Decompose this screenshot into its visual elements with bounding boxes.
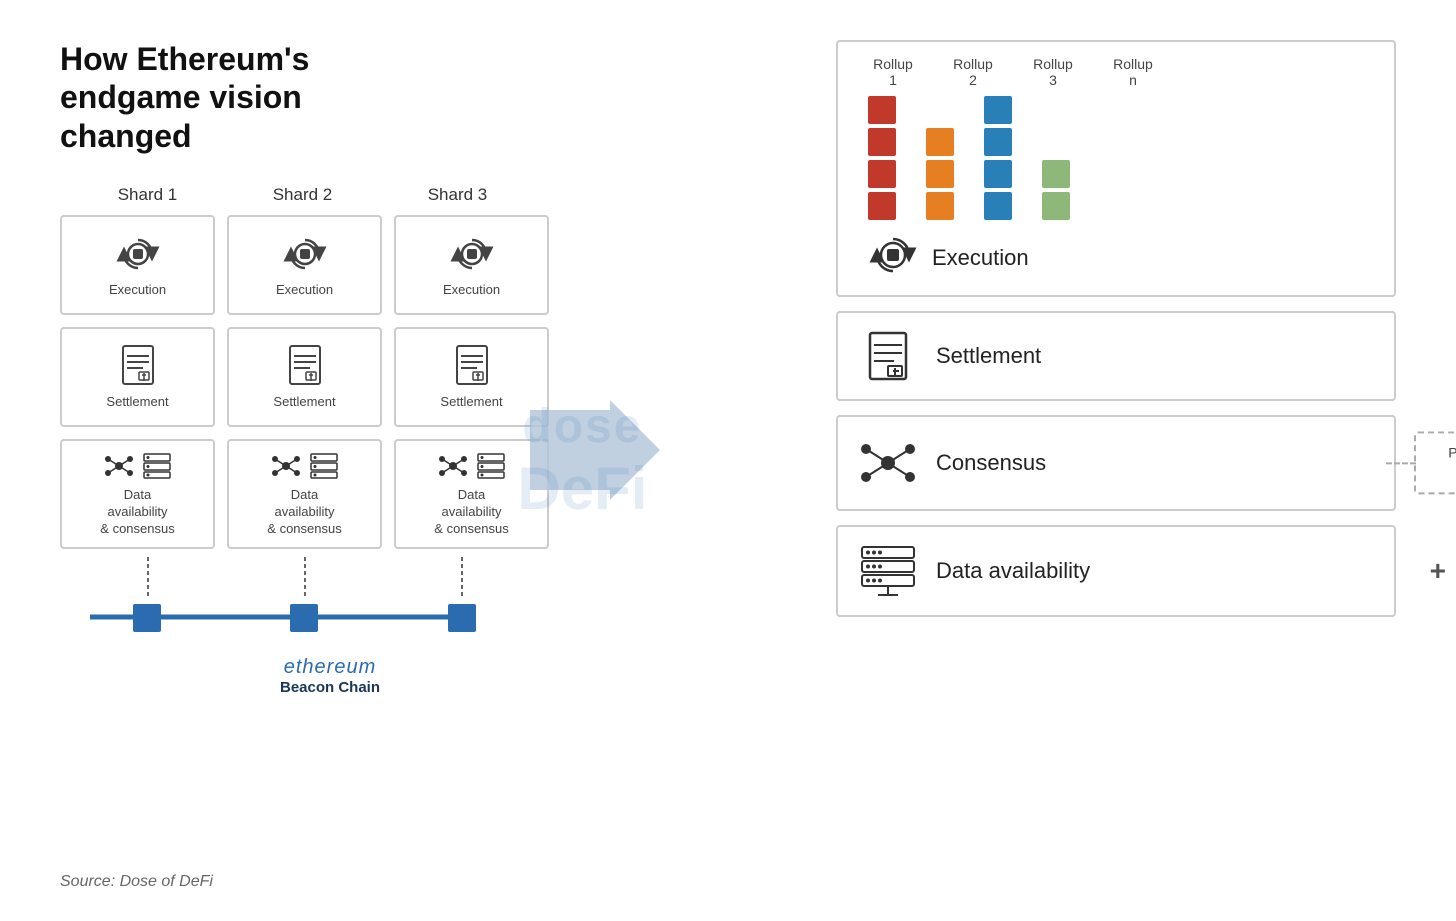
shard2-settlement-label: Settlement xyxy=(273,394,335,411)
rollup-execution-icon xyxy=(868,230,918,280)
rollup-execution-box: Rollup 1 Rollup 2 Rollup 3 Rollup n xyxy=(836,40,1396,297)
rollup-chain-green xyxy=(1042,160,1070,220)
execution-icon-2 xyxy=(283,232,327,276)
shard1-data-label: Dataavailability& consensus xyxy=(100,487,174,538)
left-section: How Ethereum's endgame vision changed Sh… xyxy=(60,40,590,696)
rollup-2-header: Rollup 2 xyxy=(948,56,998,88)
rollup-chain-blue xyxy=(984,96,1012,220)
execution-row: Execution Execution xyxy=(60,215,590,315)
blue-block-4 xyxy=(984,192,1012,220)
blue-block-1 xyxy=(984,96,1012,124)
shard-headers: Shard 1 Shard 2 Shard 3 xyxy=(70,185,590,205)
data-avail-right-label: Data availability xyxy=(936,558,1090,584)
green-block-2 xyxy=(1042,192,1070,220)
shard-2-header: Shard 2 xyxy=(225,185,380,205)
data-avail-svg xyxy=(860,545,916,597)
red-block-2 xyxy=(868,128,896,156)
yellow-block-1 xyxy=(926,128,954,156)
network-icon-3 xyxy=(438,451,468,481)
data-avail-icon-area xyxy=(858,545,918,597)
red-block-3 xyxy=(868,160,896,188)
main-container: How Ethereum's endgame vision changed Sh… xyxy=(0,0,1456,921)
shard-1-header: Shard 1 xyxy=(70,185,225,205)
rollup-1-header: Rollup 1 xyxy=(868,56,918,88)
execution-icon-1 xyxy=(116,232,160,276)
rollup-chain-yellow xyxy=(926,128,954,220)
shard1-execution-label: Execution xyxy=(109,282,166,299)
ethereum-text: ethereum xyxy=(70,656,590,679)
shard3-execution: Execution xyxy=(394,215,549,315)
consensus-svg xyxy=(860,435,916,491)
right-section: Rollup 1 Rollup 2 Rollup 3 Rollup n xyxy=(836,40,1396,631)
shard2-execution-label: Execution xyxy=(276,282,333,299)
settlement-svg-right xyxy=(866,331,910,381)
shard3-data-icons xyxy=(438,451,506,481)
shard2-execution: Execution xyxy=(227,215,382,315)
shard-3-header: Shard 3 xyxy=(380,185,535,205)
rollup-chains xyxy=(868,96,1374,220)
settlement-icon-1 xyxy=(119,344,157,388)
green-block-1 xyxy=(1042,160,1070,188)
beacon-area: ethereum Beacon Chain xyxy=(70,597,590,696)
network-icon-2 xyxy=(271,451,301,481)
shard2-settlement: Settlement xyxy=(227,327,382,427)
beacon-label-area: ethereum Beacon Chain xyxy=(70,656,590,696)
consensus-box: Consensus PBS – "validator sharding" xyxy=(836,415,1396,511)
rollup-exec-icon-area xyxy=(868,230,918,285)
settlement-right-label: Settlement xyxy=(936,343,1041,369)
server-icon-2 xyxy=(309,452,339,480)
shard1-settlement-label: Settlement xyxy=(106,394,168,411)
rollup-headers: Rollup 1 Rollup 2 Rollup 3 Rollup n xyxy=(868,56,1374,88)
consensus-icon-area xyxy=(858,435,918,491)
yellow-block-2 xyxy=(926,160,954,188)
arrow-svg xyxy=(530,400,660,500)
rollup-box-bottom: Execution xyxy=(858,230,1374,285)
yellow-block-3 xyxy=(926,192,954,220)
connector-svg xyxy=(70,557,550,597)
plus-sign: + xyxy=(1430,555,1446,587)
execution-icon-3 xyxy=(450,232,494,276)
blue-block-2 xyxy=(984,128,1012,156)
shard3-settlement-label: Settlement xyxy=(440,394,502,411)
shard3-data: Dataavailability& consensus xyxy=(394,439,549,549)
settlement-icon-3 xyxy=(453,344,491,388)
settlement-icon-2 xyxy=(286,344,324,388)
shard2-data-label: Dataavailability& consensus xyxy=(267,487,341,538)
shard2-data-icons xyxy=(271,451,339,481)
server-icon-3 xyxy=(476,452,506,480)
data-availability-row: Dataavailability& consensus xyxy=(60,439,590,549)
source-text: Source: Dose of DeFi xyxy=(60,873,213,891)
shard3-data-label: Dataavailability& consensus xyxy=(434,487,508,538)
rollup-n-header: Rollup n xyxy=(1108,56,1158,88)
network-icon-1 xyxy=(104,451,134,481)
page-title: How Ethereum's endgame vision changed xyxy=(60,40,380,155)
arrow-area xyxy=(530,400,660,505)
blue-block-3 xyxy=(984,160,1012,188)
beacon-chain-text: Beacon Chain xyxy=(70,679,590,696)
shard2-data: Dataavailability& consensus xyxy=(227,439,382,549)
data-blob-area: + Data blob Data sampling xyxy=(1430,548,1456,594)
settlement-box: Settlement xyxy=(836,311,1396,401)
rollup-chain-red xyxy=(868,96,896,220)
pbs-box: PBS – "validator sharding" xyxy=(1414,431,1456,494)
red-block-4 xyxy=(868,192,896,220)
shard1-data-icons xyxy=(104,451,172,481)
execution-right-label: Execution xyxy=(932,245,1029,271)
shard3-execution-label: Execution xyxy=(443,282,500,299)
red-block-1 xyxy=(868,96,896,124)
pbs-connector xyxy=(1386,462,1416,464)
beacon-svg xyxy=(70,597,490,647)
settlement-icon-right xyxy=(858,331,918,381)
consensus-right-label: Consensus xyxy=(936,450,1046,476)
rollup-3-header: Rollup 3 xyxy=(1028,56,1078,88)
shard3-settlement: Settlement xyxy=(394,327,549,427)
shard1-data: Dataavailability& consensus xyxy=(60,439,215,549)
shard1-settlement: Settlement xyxy=(60,327,215,427)
server-icon-1 xyxy=(142,452,172,480)
pbs-label: PBS – "validator sharding" xyxy=(1448,444,1456,480)
settlement-row: Settlement Settlement xyxy=(60,327,590,427)
shard1-execution: Execution xyxy=(60,215,215,315)
connector-area xyxy=(70,557,590,597)
data-availability-box: Data availability + Data blob Data sampl… xyxy=(836,525,1396,617)
